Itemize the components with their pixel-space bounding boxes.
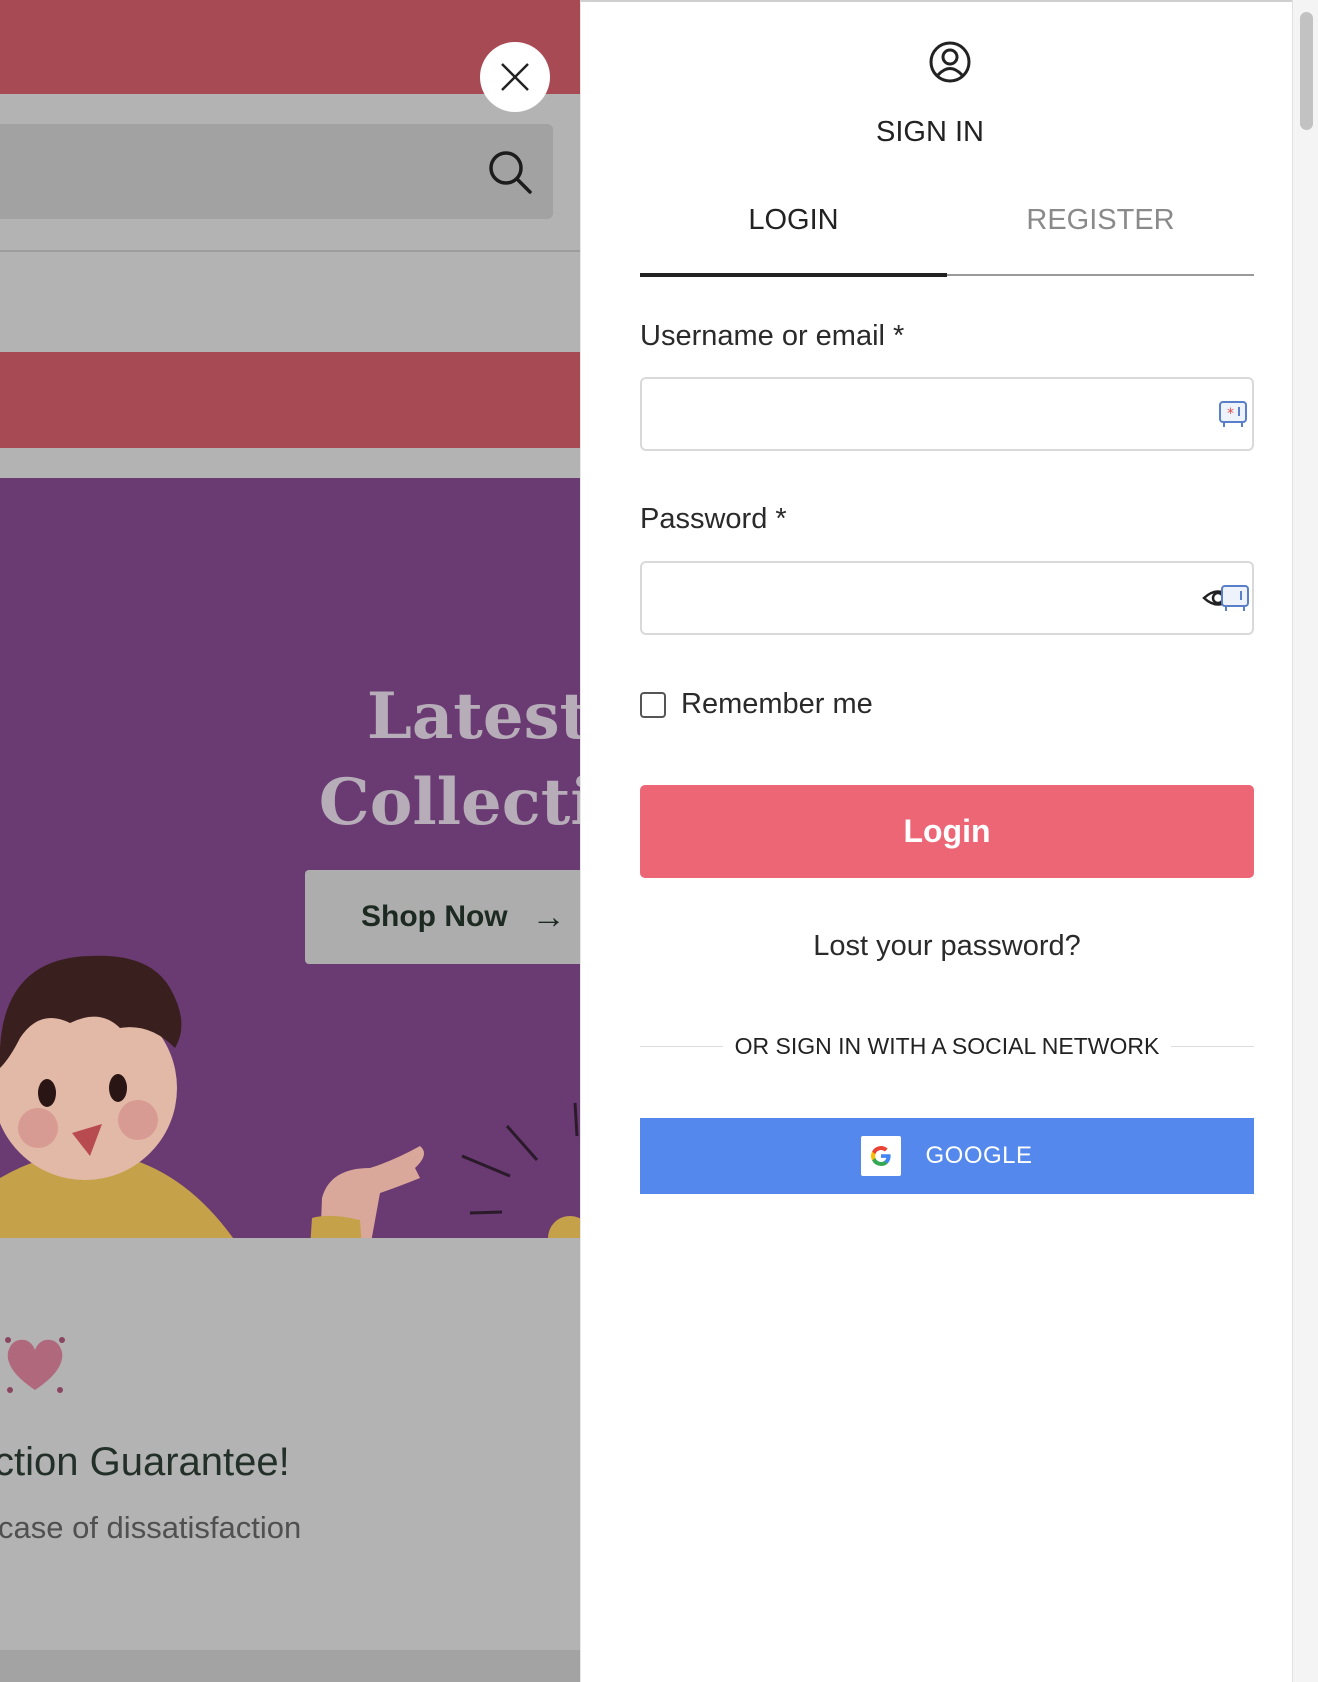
google-logo-icon (861, 1136, 902, 1176)
background-page: Latest Collectio Shop Now → (0, 0, 581, 1682)
username-label: Username or email * (640, 320, 905, 352)
password-label: Password * (640, 503, 787, 535)
divider-rule (640, 1046, 723, 1047)
login-button[interactable]: Login (640, 785, 1254, 878)
social-divider: OR SIGN IN WITH A SOCIAL NETWORK (640, 1033, 1255, 1060)
lost-password-link[interactable]: Lost your password? (640, 930, 1254, 963)
social-divider-text: OR SIGN IN WITH A SOCIAL NETWORK (734, 1033, 1160, 1059)
tab-active-indicator (640, 273, 947, 277)
girl-illustration (0, 955, 581, 1238)
close-button[interactable] (480, 42, 550, 112)
tab-register[interactable]: REGISTER (947, 204, 1254, 237)
google-sign-in-button[interactable]: GOOGLE (640, 1118, 1254, 1194)
google-button-label: GOOGLE (925, 1142, 1033, 1169)
hero-banner: Latest Collectio Shop Now → (0, 478, 581, 1238)
search-bar (0, 124, 553, 219)
promo-bar (0, 352, 581, 448)
scrollbar[interactable] (1292, 0, 1318, 1682)
divider-rule (1171, 1046, 1255, 1047)
scrollbar-thumb[interactable] (1300, 12, 1313, 130)
header-divider (0, 250, 581, 252)
password-manager-icon[interactable] (1220, 583, 1250, 613)
svg-text:*: * (1227, 406, 1234, 422)
close-icon (501, 63, 529, 91)
panel-title: SIGN IN (876, 116, 984, 148)
user-circle-icon (929, 41, 971, 83)
password-field-wrapper (640, 561, 1254, 635)
password-manager-icon[interactable]: * (1218, 399, 1248, 429)
heart-icon (5, 1337, 65, 1393)
username-field-wrapper: * (640, 377, 1254, 451)
password-input[interactable] (642, 563, 1252, 633)
tab-login[interactable]: LOGIN (640, 204, 947, 237)
hero-title: Latest Collectio (318, 679, 581, 840)
footer-strip (0, 1650, 581, 1682)
search-icon (489, 151, 532, 194)
remember-me-checkbox[interactable] (640, 691, 666, 718)
guarantee-subtitle: case of dissatisfaction (0, 1510, 302, 1545)
remember-me[interactable]: Remember me (640, 688, 873, 721)
guarantee-title: ction Guarantee! (0, 1440, 290, 1484)
username-input[interactable] (642, 379, 1252, 449)
remember-me-label: Remember me (681, 688, 873, 720)
